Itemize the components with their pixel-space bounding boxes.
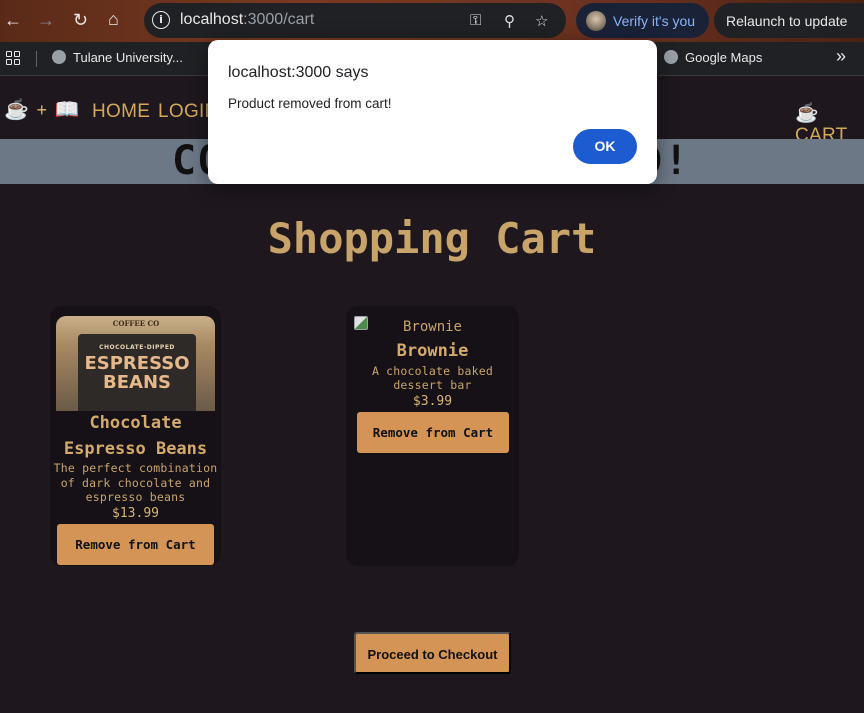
remove-from-cart-button[interactable]: Remove from Cart [57, 524, 214, 565]
apps-icon[interactable] [6, 51, 20, 65]
back-icon[interactable]: ← [4, 11, 22, 29]
cart-coffee-icon: ☕ [795, 103, 819, 124]
product-name: Brownie [396, 341, 469, 361]
browser-toolbar: ← → ↻ ⌂ i localhost:3000/cart ⚿ ⚲ ☆ Veri… [0, 0, 864, 42]
alert-dialog: localhost:3000 says Product removed from… [208, 40, 657, 184]
proceed-to-checkout-button[interactable]: Proceed to Checkout [354, 632, 511, 674]
verify-identity-button[interactable]: Verify it's you [576, 3, 709, 38]
bookmark-star-icon[interactable]: ☆ [535, 12, 548, 30]
password-key-icon[interactable]: ⚿ [470, 12, 481, 29]
ok-button[interactable]: OK [573, 129, 637, 164]
product-name: Chocolate [89, 413, 182, 433]
bag-label-small: CHOCOLATE-DIPPED [99, 344, 175, 351]
product-price: $13.99 [112, 506, 159, 521]
product-description: A chocolate baked [371, 364, 494, 378]
nav-home[interactable]: HOME [92, 101, 150, 123]
product-description-line3: espresso beans [85, 490, 186, 504]
bookmark-google-maps[interactable]: Google Maps [664, 50, 762, 65]
dialog-message: Product removed from cart! [228, 96, 392, 111]
product-image: COFFEE CO CHOCOLATE-DIPPED ESPRESSO BEAN… [56, 316, 215, 411]
globe-icon [664, 50, 678, 64]
logo-plus: + [36, 100, 47, 120]
dialog-title: localhost:3000 says [228, 64, 369, 81]
home-icon[interactable]: ⌂ [108, 10, 119, 28]
forward-icon[interactable]: → [37, 11, 55, 29]
remove-from-cart-button[interactable]: Remove from Cart [357, 412, 509, 453]
product-price: $3.99 [412, 394, 453, 409]
more-bookmarks-icon[interactable]: » [836, 46, 846, 67]
verify-label: Verify it's you [613, 13, 696, 29]
reload-icon[interactable]: ↻ [73, 11, 88, 29]
site-logo[interactable]: ☕ + 📖 [4, 97, 79, 122]
product-name-line2: Espresso Beans [63, 439, 208, 459]
coffee-cup-icon: ☕ [4, 99, 29, 121]
globe-icon [52, 50, 66, 64]
cart-item-card: Brownie Brownie A chocolate baked desser… [346, 306, 519, 566]
page-title: Shopping Cart [267, 214, 597, 263]
cart-item-card: COFFEE CO CHOCOLATE-DIPPED ESPRESSO BEAN… [50, 306, 221, 566]
bookmark-tulane[interactable]: Tulane University... [52, 50, 183, 65]
image-alt-text: Brownie [402, 319, 462, 335]
site-info-icon[interactable]: i [152, 11, 170, 29]
address-bar[interactable]: i localhost:3000/cart ⚿ ⚲ ☆ [144, 3, 566, 38]
relaunch-label: Relaunch to update [726, 13, 848, 29]
zoom-icon[interactable]: ⚲ [504, 12, 515, 30]
bookmarks-divider [36, 51, 37, 67]
url-text[interactable]: localhost:3000/cart [180, 11, 314, 29]
image-brand-text: COFFEE CO [112, 319, 160, 328]
coffee-bag: CHOCOLATE-DIPPED ESPRESSO BEANS [78, 334, 196, 411]
relaunch-button[interactable]: Relaunch to update [714, 3, 864, 38]
profile-avatar [586, 11, 606, 31]
product-description: The perfect combination [53, 461, 218, 475]
product-description-line2: of dark chocolate and [60, 476, 211, 490]
bag-label-big: ESPRESSO BEANS [84, 353, 190, 393]
product-description-line2: dessert bar [393, 378, 472, 392]
open-book-icon: 📖 [54, 99, 80, 121]
